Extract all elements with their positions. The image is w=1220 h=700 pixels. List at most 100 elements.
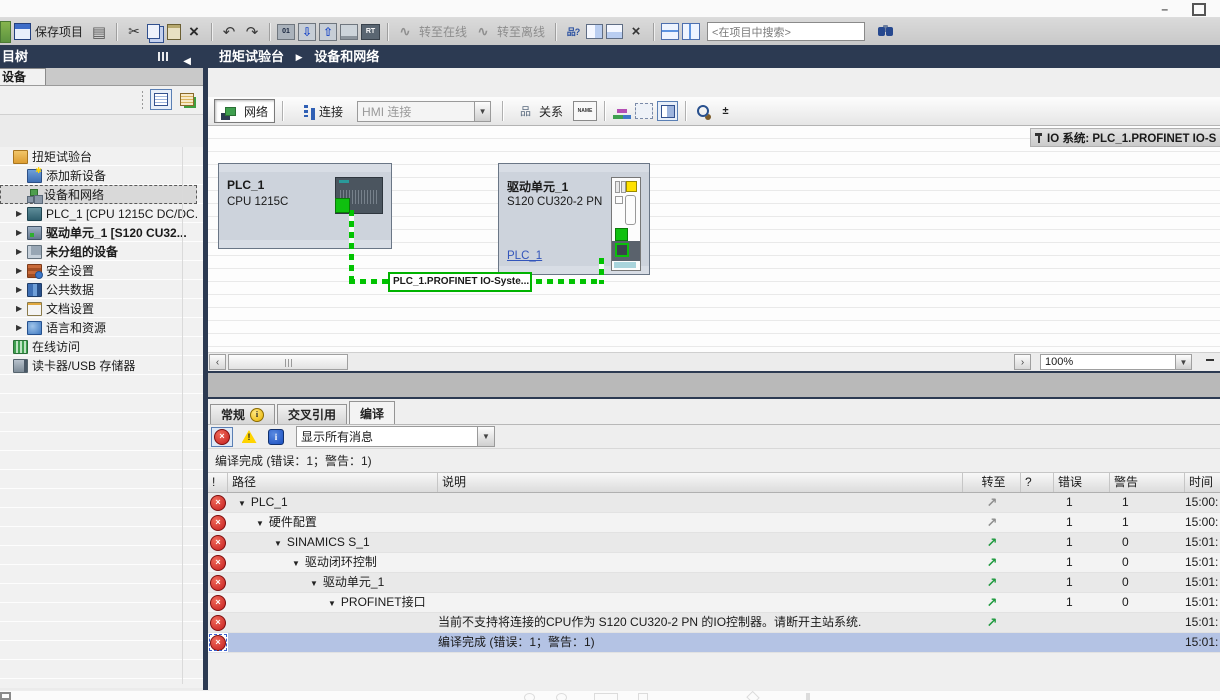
profinet-cable[interactable] [599, 258, 604, 284]
delete-icon[interactable] [184, 22, 204, 42]
tab-cross-references[interactable]: 交叉引用 [277, 404, 347, 424]
goto-arrow-icon[interactable]: ↗ [987, 575, 998, 590]
chevron-right-icon[interactable]: ▶ [16, 228, 27, 237]
go-offline-icon[interactable] [473, 22, 493, 42]
compile-icon[interactable] [277, 24, 295, 40]
filter-warnings-button[interactable]: ! [238, 427, 260, 447]
message-row[interactable]: ×▼硬件配置↗1115:00: [208, 513, 1220, 533]
device-plc[interactable]: PLC_1 CPU 1215C [218, 163, 392, 249]
project-search-input[interactable] [707, 22, 865, 41]
drive-profinet-port[interactable] [615, 243, 629, 257]
drive-io-controller-link[interactable]: PLC_1 [507, 250, 542, 262]
col-goto[interactable]: 转至 [963, 473, 1021, 492]
message-filter-select[interactable]: 显示所有消息 ▼ [296, 426, 495, 447]
tree-item-1[interactable]: 扭矩试验台 [0, 147, 183, 166]
search-project-icon[interactable] [872, 22, 890, 42]
chevron-right-icon[interactable]: ▶ [16, 285, 27, 294]
tree-item-4[interactable]: ▶PLC_1 [CPU 1215C DC/DC... [0, 204, 197, 223]
tab-general[interactable]: 常规i [210, 404, 275, 424]
goto-arrow-icon[interactable]: ↗ [987, 615, 998, 630]
scroll-right-icon[interactable]: › [1014, 354, 1031, 370]
undo-icon[interactable] [219, 22, 239, 42]
inspector-splitter[interactable] [208, 371, 1220, 399]
zoom-level-select[interactable]: 100% ▼ [1040, 354, 1192, 370]
minimize-button[interactable]: – [1161, 3, 1168, 15]
col-help[interactable]: ? [1021, 473, 1054, 492]
message-row[interactable]: ×▼驱动闭环控制↗1015:01: [208, 553, 1220, 573]
chevron-right-icon[interactable]: ▶ [16, 247, 27, 256]
auto-collapse-icon[interactable] [158, 52, 169, 61]
start-simulation-icon[interactable] [340, 24, 358, 40]
plc-profinet-port[interactable] [335, 198, 350, 213]
col-errors[interactable]: 错误 [1054, 473, 1110, 492]
chevron-right-icon[interactable]: ▶ [16, 209, 27, 218]
sort-view-button[interactable] [176, 89, 198, 110]
show-address-icon[interactable] [612, 102, 631, 120]
goto-arrow-icon[interactable]: ↗ [987, 535, 998, 550]
chevron-down-icon[interactable]: ▼ [477, 427, 494, 446]
scroll-left-icon[interactable]: ‹ [209, 354, 226, 370]
chevron-right-icon[interactable]: ▶ [16, 323, 27, 332]
tree-item-8[interactable]: ▶公共数据 [0, 280, 197, 299]
cut-icon[interactable] [124, 22, 144, 42]
connection-type-select[interactable]: HMI 连接 ▼ [357, 101, 491, 122]
tree-item-9[interactable]: ▶文档设置 [0, 299, 197, 318]
chevron-down-icon[interactable]: ▼ [292, 559, 300, 568]
goto-arrow-icon[interactable]: ↗ [987, 495, 998, 510]
go-online-label[interactable]: 转至在线 [419, 23, 467, 40]
col-severity[interactable]: ! [208, 473, 228, 492]
message-row[interactable]: ×▼驱动单元_1↗1015:01: [208, 573, 1220, 593]
project-partial-icon[interactable] [0, 21, 11, 43]
breadcrumb-page[interactable]: 设备和网络 [314, 49, 379, 64]
split-horizontal-icon[interactable] [661, 23, 679, 40]
print-icon[interactable] [89, 22, 109, 42]
download-icon[interactable] [298, 23, 316, 41]
tree-item-12[interactable]: 读卡器/USB 存储器 [0, 356, 183, 375]
breadcrumb-project[interactable]: 扭矩试验台 [219, 49, 284, 64]
details-view-button[interactable] [150, 89, 172, 110]
table-grid-icon[interactable] [635, 103, 653, 119]
start-runtime-icon[interactable] [361, 24, 380, 40]
save-icon[interactable] [14, 23, 31, 40]
go-offline-label[interactable]: 转至离线 [497, 23, 545, 40]
diagnostics-icon[interactable] [563, 22, 583, 42]
copy-icon[interactable] [147, 24, 160, 39]
col-path[interactable]: 路径 [228, 473, 438, 492]
tree-item-11[interactable]: 在线访问 [0, 337, 183, 356]
scrollbar-thumb[interactable] [228, 354, 348, 370]
profinet-cable[interactable] [349, 210, 354, 282]
message-row[interactable]: ×当前不支持将连接的CPU作为 S120 CU320-2 PN 的IO控制器。请… [208, 613, 1220, 633]
io-system-tag[interactable]: IO 系统: PLC_1.PROFINET IO-S [1030, 128, 1220, 147]
tree-item-2[interactable]: 添加新设备 [0, 166, 197, 185]
goto-arrow-icon[interactable]: ↗ [987, 555, 998, 570]
message-row[interactable]: ×▼PLC_1↗1115:00: [208, 493, 1220, 513]
message-row[interactable]: ×编译完成 (错误：1；警告：1)15:01: [208, 633, 1220, 653]
zoom-icon[interactable] [693, 102, 712, 120]
chevron-down-icon[interactable]: ▼ [328, 599, 336, 608]
goto-arrow-icon[interactable]: ↗ [987, 595, 998, 610]
message-row[interactable]: ×▼SINAMICS S_1↗1015:01: [208, 533, 1220, 553]
chevron-down-icon[interactable]: ▼ [310, 579, 318, 588]
chevron-down-icon[interactable]: ▼ [474, 102, 490, 121]
split-vertical-icon[interactable] [682, 23, 700, 40]
chevron-right-icon[interactable]: ▶ [16, 304, 27, 313]
upload-icon[interactable] [319, 23, 337, 41]
tree-item-3[interactable]: 设备和网络 [0, 185, 197, 204]
connections-button[interactable]: 连接 [290, 100, 349, 122]
chevron-right-icon[interactable]: ▶ [16, 266, 27, 275]
filter-info-button[interactable]: i [265, 427, 287, 447]
go-online-icon[interactable] [395, 22, 415, 42]
tree-item-7[interactable]: ▶安全设置 [0, 261, 197, 280]
chevron-down-icon[interactable]: ▼ [256, 519, 264, 528]
zoom-pct-icon[interactable]: ± [716, 102, 735, 120]
col-description[interactable]: 说明 [438, 473, 963, 492]
tree-item-5[interactable]: ▶驱动单元_1 [S120 CU32... [0, 223, 197, 242]
tab-devices[interactable]: 设备 [0, 68, 46, 85]
window-bottom-icon[interactable] [606, 24, 623, 39]
tree-item-6[interactable]: ▶未分组的设备 [0, 242, 197, 261]
window-right-icon[interactable] [586, 24, 603, 39]
close-window-x-icon[interactable] [626, 22, 646, 42]
paste-icon[interactable] [167, 24, 181, 40]
maximize-button[interactable] [1192, 3, 1206, 16]
profinet-io-system-label[interactable]: PLC_1.PROFINET IO-Syste... [388, 272, 532, 292]
